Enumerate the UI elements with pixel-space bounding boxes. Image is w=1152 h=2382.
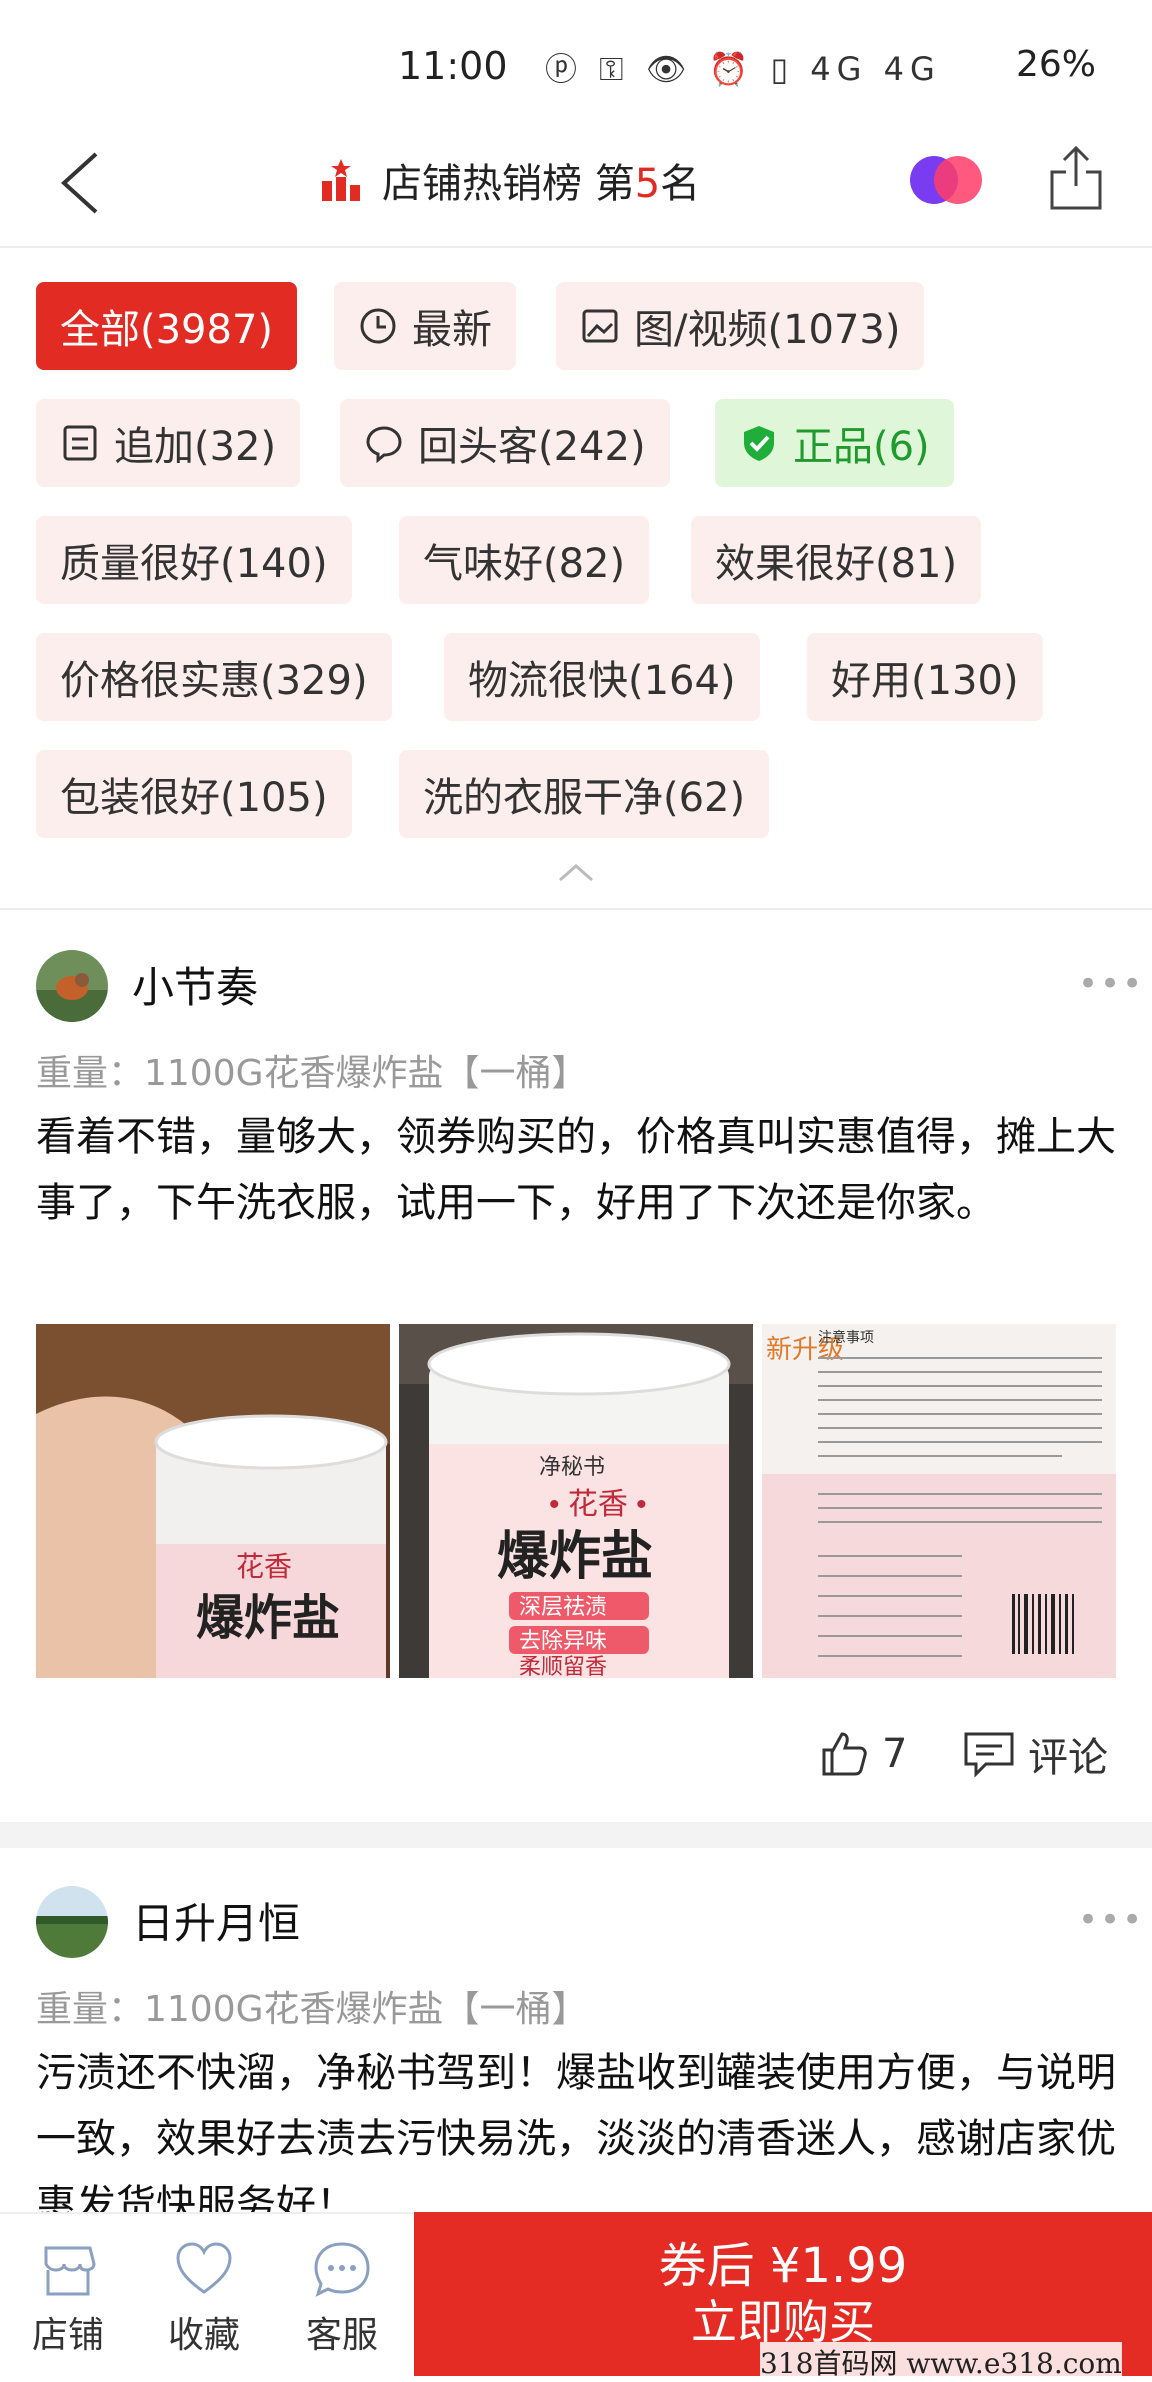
- svg-text:去除异味: 去除异味: [519, 1628, 607, 1653]
- more-options-icon[interactable]: •••: [1078, 964, 1144, 1004]
- product-spec: 重量：1100G花香爆炸盐【一桶】: [36, 1053, 588, 1094]
- svg-text:• 花香 •: • 花香 •: [549, 1488, 647, 1521]
- battery-level: 26%: [1016, 44, 1097, 85]
- comment-button[interactable]: 评论: [962, 1724, 1108, 1784]
- review-text: 看着不错，量够大，领券购买的，价格真叫实惠值得，摊上大事了，下午洗衣服，试用一下…: [36, 1114, 1116, 1226]
- filter-price[interactable]: 价格很实惠(329): [36, 633, 392, 721]
- status-bar: 11:00 ⓟ ⚿ 👁 ⏰ ▯ 4G 4G 26%: [0, 0, 1152, 130]
- more-options-icon[interactable]: •••: [1078, 1900, 1144, 1940]
- svg-text:柔顺留香: 柔顺留香: [519, 1654, 607, 1678]
- back-icon[interactable]: [52, 148, 122, 218]
- watermark: 318首码网 www.e318.com: [760, 2342, 1122, 2382]
- filter-append[interactable]: 追加(32): [36, 399, 301, 487]
- divider: [0, 908, 1152, 910]
- store-icon: [44, 2246, 96, 2296]
- svg-text:爆炸盐: 爆炸盐: [196, 1592, 340, 1645]
- compare-icon[interactable]: [908, 152, 984, 208]
- like-count: 7: [882, 1731, 908, 1777]
- comment-icon: [964, 1732, 1014, 1778]
- filter-packaging[interactable]: 包装很好(105): [36, 750, 352, 838]
- svg-text:注意事项: 注意事项: [818, 1329, 874, 1345]
- store-label: 店铺: [31, 2315, 104, 2356]
- customer-service-button[interactable]: 客服: [292, 2240, 392, 2358]
- product-spec: 重量：1100G花香爆炸盐【一桶】: [36, 1989, 588, 2030]
- rank-number: 5: [634, 161, 661, 207]
- review-photo[interactable]: 花香 爆炸盐: [36, 1324, 390, 1678]
- like-button[interactable]: 7: [818, 1724, 907, 1784]
- heart-icon: [176, 2242, 232, 2294]
- review-text: 污渍还不快溜，净秘书驾到！爆盐收到罐装使用方便，与说明一致，效果好去渍去污快易洗…: [36, 2050, 1116, 2228]
- coupon-price: 券后 ¥1.99: [658, 2238, 908, 2294]
- page-title: 店铺热销榜 第5名: [382, 161, 701, 207]
- clock-icon: [358, 306, 398, 346]
- shield-check-icon: [739, 423, 779, 463]
- svg-text:爆炸盐: 爆炸盐: [497, 1528, 653, 1586]
- svg-text:净秘书: 净秘书: [539, 1454, 605, 1479]
- filter-all[interactable]: 全部(3987): [36, 282, 298, 370]
- filter-quality[interactable]: 质量很好(140): [36, 516, 352, 604]
- chat-bubble-icon: [364, 423, 404, 463]
- image-icon: [580, 306, 620, 346]
- collapse-chevron-icon[interactable]: [556, 862, 596, 882]
- avatar[interactable]: [36, 1886, 108, 1958]
- filter-genuine[interactable]: 正品(6): [715, 399, 954, 487]
- service-label: 客服: [305, 2315, 378, 2356]
- filter-clean[interactable]: 洗的衣服干净(62): [399, 750, 770, 838]
- svg-text:花香: 花香: [236, 1551, 292, 1582]
- username[interactable]: 小节奏: [132, 954, 258, 1015]
- comment-label: 评论: [1028, 1735, 1108, 1781]
- filter-logistics[interactable]: 物流很快(164): [444, 633, 760, 721]
- review-photo[interactable]: 净秘书 • 花香 • 爆炸盐 深层祛渍 去除异味 柔顺留香: [399, 1324, 753, 1678]
- filter-latest[interactable]: 最新: [334, 282, 516, 370]
- thumbs-up-icon: [822, 1732, 867, 1776]
- filter-media[interactable]: 图/视频(1073): [556, 282, 925, 370]
- store-button[interactable]: 店铺: [18, 2240, 118, 2358]
- filter-smell[interactable]: 气味好(82): [399, 516, 650, 604]
- ranking-icon: [322, 159, 360, 201]
- document-icon: [60, 423, 100, 463]
- top-nav: 店铺热销榜 第5名: [0, 130, 1152, 248]
- share-icon[interactable]: [1046, 142, 1106, 212]
- status-time: 11:00: [398, 44, 508, 88]
- username[interactable]: 日升月恒: [132, 1890, 300, 1951]
- favorite-button[interactable]: 收藏: [154, 2240, 254, 2358]
- filter-effect[interactable]: 效果很好(81): [691, 516, 982, 604]
- status-icons: ⓟ ⚿ 👁 ⏰ ▯ 4G 4G: [545, 50, 941, 88]
- ranking-title[interactable]: 店铺热销榜 第5名: [318, 150, 700, 210]
- chat-icon: [314, 2242, 370, 2297]
- review-photo[interactable]: 新升级 注意事项: [762, 1324, 1116, 1678]
- filter-useful[interactable]: 好用(130): [807, 633, 1043, 721]
- filter-repeat-customer[interactable]: 回头客(242): [340, 399, 670, 487]
- favorite-label: 收藏: [167, 2315, 240, 2356]
- section-gap: [0, 1822, 1152, 1848]
- svg-text:深层祛渍: 深层祛渍: [519, 1594, 607, 1619]
- avatar[interactable]: [36, 950, 108, 1022]
